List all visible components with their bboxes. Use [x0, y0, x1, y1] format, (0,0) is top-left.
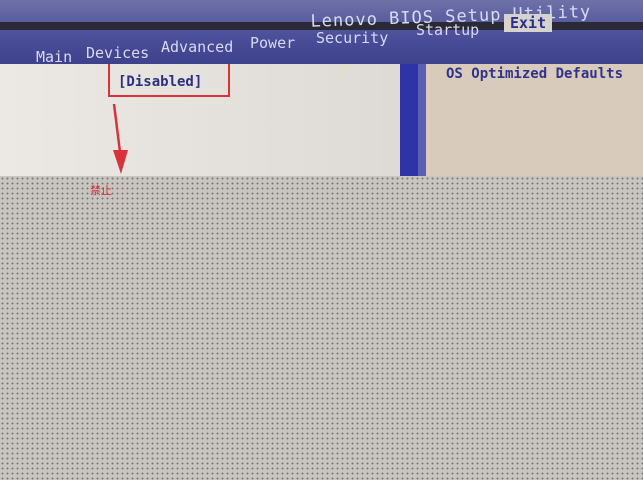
pointer-icon: ⋰ — [336, 64, 349, 79]
bios-tabs: Main Devices Advanced Power Security Sta… — [0, 14, 643, 66]
annotation-caption: 禁止 — [90, 184, 112, 197]
tab-startup[interactable]: Startup — [416, 21, 479, 39]
item-help-text: OS Optimized Defaults — [446, 66, 624, 82]
pane-divider-inner — [418, 64, 426, 176]
pane-divider — [400, 64, 418, 176]
tab-exit[interactable]: Exit — [504, 14, 553, 32]
tab-security[interactable]: Security — [316, 29, 388, 47]
obscured-region — [0, 176, 160, 196]
tab-devices[interactable]: Devices — [86, 44, 149, 62]
tab-advanced[interactable]: Advanced — [161, 38, 233, 56]
annotation-arrow-icon — [112, 104, 128, 174]
screenshot-stage: Lenovo BIOS Setup Utility Main Devices A… — [0, 0, 643, 480]
obscured-region — [0, 196, 643, 480]
setting-value[interactable]: [Disabled] — [118, 74, 202, 90]
obscured-region — [160, 176, 643, 196]
tab-power[interactable]: Power — [250, 34, 295, 52]
